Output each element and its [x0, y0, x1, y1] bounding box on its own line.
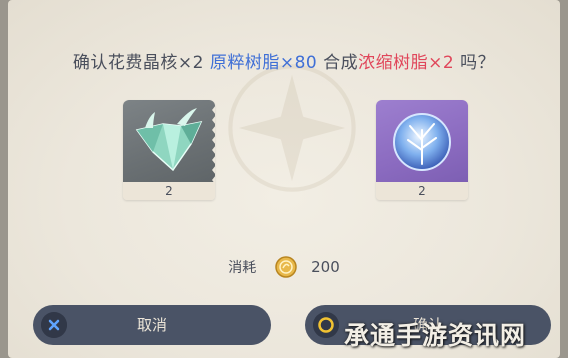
condensed-resin-card[interactable]: 2	[376, 100, 468, 200]
condensed-resin-count: 2	[376, 182, 468, 200]
cancel-button-label: 取消	[136, 316, 167, 334]
crystal-core-card[interactable]: 2	[123, 100, 215, 200]
confirm-dialog: 确认花费晶核×2 原粹树脂×80 合成浓缩树脂×2 吗？ 2 2 消耗 200 …	[8, 0, 560, 358]
prompt-text-1: 确认花费晶核×2	[72, 53, 210, 73]
crystal-core-art	[123, 100, 215, 182]
cancel-button[interactable]: 取消	[33, 305, 271, 345]
cost-label: 消耗	[228, 260, 257, 276]
confirm-prompt: 确认花费晶核×2 原粹树脂×80 合成浓缩树脂×2 吗？	[8, 48, 560, 73]
prompt-text-3: 吗？	[454, 53, 496, 73]
condensed-resin-art	[376, 100, 468, 182]
crystal-core-icon	[135, 108, 203, 172]
prompt-item-condensed-resin: 浓缩树脂×2	[358, 53, 455, 73]
cost-row: 消耗 200	[8, 256, 560, 278]
cost-value: 200	[311, 258, 340, 276]
prompt-item-original-resin: 原粹树脂×80	[209, 53, 318, 73]
prompt-text-2: 合成	[317, 53, 359, 73]
site-watermark: 承通手游资讯网	[344, 321, 527, 350]
mora-coin-icon	[274, 256, 297, 278]
emblem-decoration-icon	[228, 64, 356, 192]
condensed-resin-icon	[393, 113, 451, 171]
crystal-core-count: 2	[123, 182, 215, 200]
